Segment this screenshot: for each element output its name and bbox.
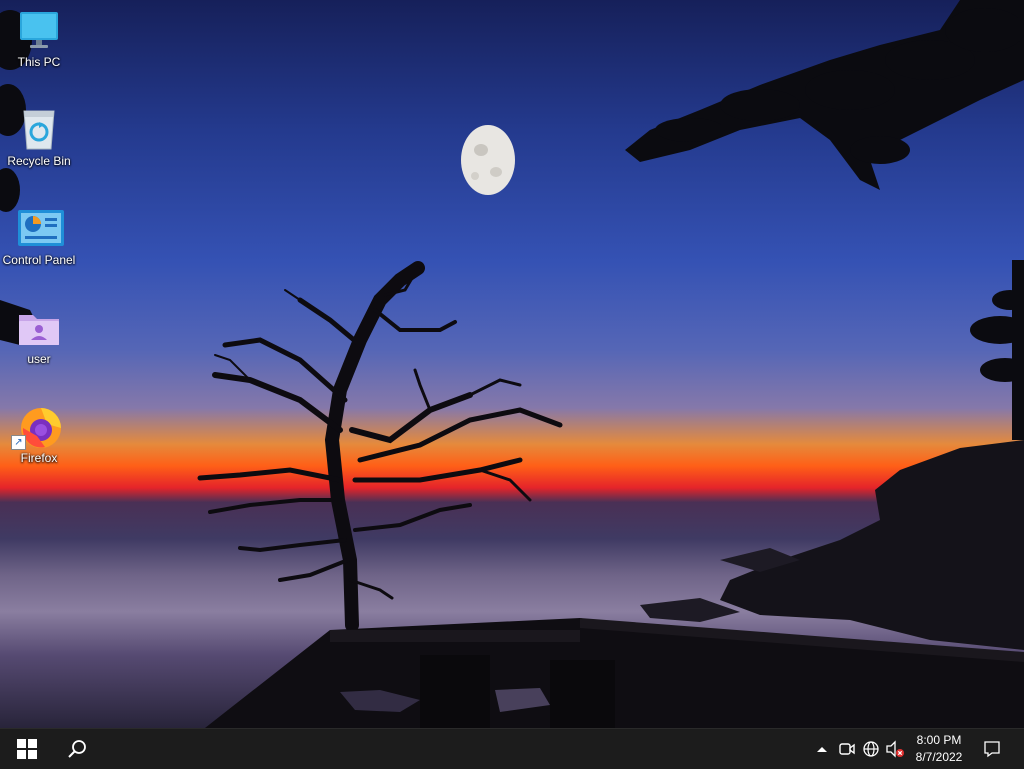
clock-date: 8/7/2022 (915, 750, 963, 764)
user-folder-icon (17, 305, 61, 349)
meet-now-icon (839, 743, 855, 755)
clock-button[interactable]: 8:00 PM 8/7/2022 (906, 729, 972, 769)
search-button[interactable] (58, 729, 96, 769)
clock-time: 8:00 PM (916, 733, 962, 747)
desktop-icon-control-panel[interactable]: Control Panel (0, 198, 78, 267)
control-panel-icon (17, 206, 64, 250)
desktop-icon-this-pc[interactable]: This PC (0, 0, 78, 69)
search-icon (68, 740, 86, 758)
desktop-icon-recycle-bin[interactable]: Recycle Bin (0, 99, 78, 168)
shortcut-arrow-icon: ↗ (11, 435, 26, 450)
notification-icon (984, 741, 1000, 758)
firefox-icon: ↗ (11, 404, 61, 450)
show-hidden-icons-button[interactable] (810, 729, 834, 769)
monitor-icon (17, 8, 61, 52)
volume-muted-icon (886, 740, 904, 758)
moon (461, 125, 515, 195)
notification-button[interactable] (978, 729, 1006, 769)
windows-logo-icon (17, 739, 37, 759)
volume-button[interactable] (883, 729, 907, 769)
desktop-icon-firefox[interactable]: ↗ Firefox (0, 396, 78, 465)
chevron-up-icon (817, 747, 827, 752)
network-globe-icon (863, 741, 879, 757)
start-button[interactable] (8, 729, 46, 769)
network-button[interactable] (859, 729, 883, 769)
taskbar: 8:00 PM 8/7/2022 (0, 728, 1024, 769)
desktop-icon-user[interactable]: user (0, 297, 78, 366)
desktop-wallpaper (0, 0, 1024, 728)
desktop-icon-label: Control Panel (2, 253, 76, 267)
recycle-bin-icon (17, 107, 61, 151)
meet-now-button[interactable] (835, 729, 859, 769)
desktop-icon-label: This PC (17, 55, 61, 69)
desktop-icon-label: Firefox (20, 451, 58, 465)
desktop-icon-label: Recycle Bin (7, 154, 71, 168)
desktop-icon-label: user (27, 352, 51, 366)
